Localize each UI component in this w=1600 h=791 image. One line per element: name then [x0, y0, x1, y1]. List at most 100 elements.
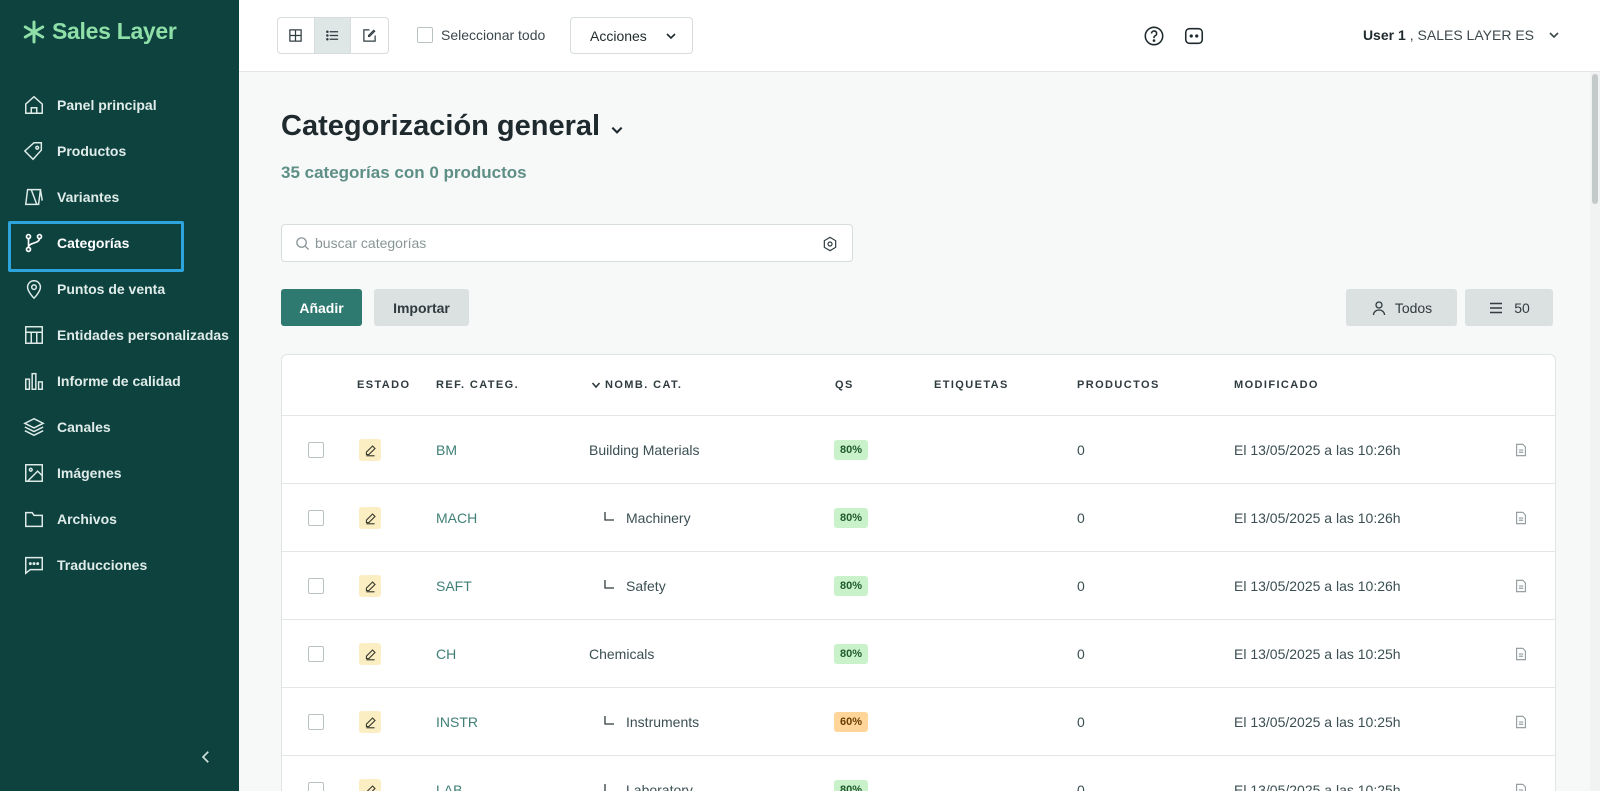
page-title: Categorización general [281, 110, 601, 142]
category-ref[interactable]: CH [436, 646, 456, 662]
page-size-button[interactable]: 50 [1465, 289, 1553, 326]
help-icon[interactable] [1143, 25, 1165, 47]
sidebar-item-label: Archivos [57, 511, 117, 527]
select-all-checkbox[interactable] [417, 27, 433, 43]
products-count: 0 [1077, 714, 1085, 730]
child-category-icon [604, 512, 614, 521]
category-name[interactable]: Building Materials [589, 442, 700, 458]
sidebar-item-label: Imágenes [57, 465, 122, 481]
status-badge[interactable] [359, 439, 381, 461]
category-name[interactable]: Laboratory [626, 782, 693, 791]
list-view-button[interactable] [314, 18, 352, 53]
products-count: 0 [1077, 510, 1085, 526]
row-checkbox[interactable] [308, 510, 324, 526]
document-icon[interactable] [1514, 443, 1528, 457]
document-icon[interactable] [1514, 783, 1528, 791]
collapse-sidebar-icon[interactable] [197, 748, 215, 766]
search-input[interactable] [315, 225, 795, 261]
sidebar-item-informe-de-calidad[interactable]: Informe de calidad [0, 358, 239, 404]
status-badge[interactable] [359, 643, 381, 665]
scrollbar-thumb[interactable] [1592, 74, 1598, 204]
header-ref[interactable]: REF. CATEG. [436, 379, 519, 391]
status-badge[interactable] [359, 711, 381, 733]
row-checkbox[interactable] [308, 714, 324, 730]
category-name[interactable]: Chemicals [589, 646, 654, 662]
header-modified[interactable]: MODIFICADO [1234, 379, 1319, 391]
sidebar-item-productos[interactable]: Productos [0, 128, 239, 174]
row-checkbox[interactable] [308, 782, 324, 791]
table-row[interactable]: CH Chemicals 80% 0 El 13/05/2025 a las 1… [282, 620, 1555, 688]
title-chevron-down-icon[interactable] [610, 123, 624, 137]
home-icon [25, 95, 43, 114]
grid-view-button[interactable] [278, 18, 315, 53]
folder-icon [25, 511, 43, 528]
search-icon [296, 237, 310, 251]
status-badge[interactable] [359, 779, 381, 791]
quality-score-badge: 60% [834, 712, 869, 732]
row-checkbox[interactable] [308, 646, 324, 662]
document-icon[interactable] [1514, 647, 1528, 661]
table-row[interactable]: MACH Machinery 80% 0 El 13/05/2025 a las… [282, 484, 1555, 552]
row-checkbox[interactable] [308, 442, 324, 458]
list-view-icon [326, 30, 339, 41]
sidebar-item-imagenes[interactable]: Imágenes [0, 450, 239, 496]
sidebar-item-label: Categorías [57, 235, 130, 251]
chevron-down-icon [1549, 32, 1559, 39]
sidebar-item-categorias[interactable]: Categorías [0, 220, 239, 272]
add-button[interactable]: Añadir [281, 289, 362, 326]
table-row[interactable]: BM Building Materials 80% 0 El 13/05/202… [282, 416, 1555, 484]
pin-icon [26, 280, 42, 300]
quality-score-badge: 80% [834, 440, 869, 460]
user-menu[interactable]: User 1, SALES LAYER ES [1363, 27, 1560, 43]
row-checkbox[interactable] [308, 578, 324, 594]
category-ref[interactable]: INSTR [436, 714, 478, 730]
document-icon[interactable] [1514, 715, 1528, 729]
status-badge[interactable] [359, 575, 381, 597]
sidebar-item-archivos[interactable]: Archivos [0, 496, 239, 542]
pencil-icon [365, 648, 376, 660]
table-row[interactable]: INSTR Instruments 60% 0 El 13/05/2025 a … [282, 688, 1555, 756]
page-scrollbar[interactable] [1590, 72, 1600, 791]
sidebar-item-puntos-de-venta[interactable]: Puntos de venta [0, 266, 239, 312]
table-row[interactable]: LAB Laboratory 80% 0 El 13/05/2025 a las… [282, 756, 1555, 791]
category-name[interactable]: Machinery [626, 510, 691, 526]
products-count: 0 [1077, 442, 1085, 458]
quality-score-badge: 80% [834, 576, 869, 596]
header-qs[interactable]: QS [835, 379, 854, 391]
view-mode-switcher [277, 17, 389, 54]
chatbot-icon[interactable] [1183, 25, 1205, 47]
document-icon[interactable] [1514, 511, 1528, 525]
category-ref[interactable]: BM [436, 442, 457, 458]
category-ref[interactable]: LAB [436, 782, 462, 791]
brand-logo[interactable]: Sales Layer [22, 18, 177, 45]
sidebar-item-panel-principal[interactable]: Panel principal [0, 82, 239, 128]
pencil-icon [365, 512, 376, 524]
owner-filter-button[interactable]: Todos [1346, 289, 1457, 326]
gear-icon[interactable] [822, 236, 838, 252]
sidebar-item-label: Panel principal [57, 97, 157, 113]
status-badge[interactable] [359, 507, 381, 529]
select-all[interactable]: Seleccionar todo [417, 27, 545, 43]
asterisk-logo-icon [23, 20, 45, 43]
sidebar-item-variantes[interactable]: Variantes [0, 174, 239, 220]
actions-dropdown[interactable]: Acciones [570, 17, 693, 54]
tag-icon [23, 142, 43, 161]
category-ref[interactable]: SAFT [436, 578, 472, 594]
category-ref[interactable]: MACH [436, 510, 477, 526]
sidebar: Sales Layer Panel principal Productos Va… [0, 0, 239, 791]
edit-view-button[interactable] [351, 18, 388, 53]
category-name[interactable]: Instruments [626, 714, 699, 730]
header-products[interactable]: PRODUCTOS [1077, 379, 1160, 391]
document-icon[interactable] [1514, 579, 1528, 593]
select-all-label: Seleccionar todo [441, 27, 546, 43]
import-button[interactable]: Importar [374, 289, 469, 326]
table-row[interactable]: SAFT Safety 80% 0 El 13/05/2025 a las 10… [282, 552, 1555, 620]
category-name[interactable]: Safety [626, 578, 666, 594]
sidebar-item-canales[interactable]: Canales [0, 404, 239, 450]
sidebar-item-traducciones[interactable]: Traducciones [0, 542, 239, 588]
header-tags[interactable]: ETIQUETAS [934, 379, 1009, 391]
products-count: 0 [1077, 646, 1085, 662]
header-name[interactable]: NOMB. CAT. [591, 379, 682, 391]
sidebar-item-entidades-personalizadas[interactable]: Entidades personalizadas [0, 312, 239, 358]
header-estado[interactable]: ESTADO [357, 379, 410, 391]
